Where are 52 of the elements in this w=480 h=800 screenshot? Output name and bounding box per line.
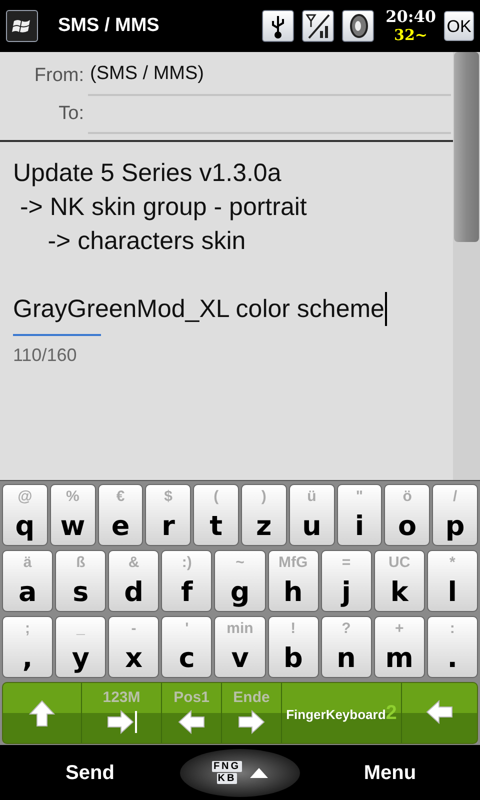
- battery-reading: 32~: [394, 28, 428, 43]
- keyboard-brand: FingerKeyboard2: [286, 701, 397, 726]
- keyboard-logo: FNG KB: [212, 761, 242, 784]
- keyboard-key[interactable]: ä a: [2, 550, 54, 612]
- windows-icon: [12, 17, 32, 35]
- keyboard-key[interactable]: " i: [336, 484, 382, 546]
- ok-button[interactable]: OK: [444, 11, 474, 41]
- volume-button[interactable]: [342, 10, 374, 42]
- keyboard-key[interactable]: ' c: [161, 616, 212, 678]
- menu-softkey[interactable]: Menu: [300, 758, 480, 788]
- caret-up-icon: [250, 768, 268, 778]
- keyboard-key[interactable]: = j: [320, 550, 372, 612]
- keyboard-key[interactable]: min v: [214, 616, 266, 678]
- keyboard-toggle-button[interactable]: FNG KB: [180, 748, 300, 796]
- keyboard-key[interactable]: € e: [98, 484, 144, 546]
- keyboard-key[interactable]: % w: [50, 484, 96, 546]
- keyboard-key[interactable]: ( t: [193, 484, 239, 546]
- arrow-up-icon: [26, 698, 58, 728]
- clock-time: 20:40: [386, 9, 436, 25]
- keyboard-key[interactable]: ) z: [240, 484, 287, 546]
- window-title: SMS / MMS: [58, 14, 160, 38]
- keyboard-key[interactable]: ! b: [268, 616, 319, 678]
- keyboard-key[interactable]: ; ,: [2, 616, 54, 678]
- usb-button[interactable]: [262, 10, 294, 42]
- keyboard-key[interactable]: : .: [426, 616, 478, 678]
- usb-icon: [270, 13, 285, 39]
- signal-button[interactable]: [302, 10, 334, 42]
- keyboard-key[interactable]: ? n: [320, 616, 372, 678]
- keyboard-key[interactable]: :) f: [161, 550, 212, 612]
- from-field[interactable]: (SMS / MMS): [88, 58, 451, 96]
- keyboard-key[interactable]: & d: [108, 550, 160, 612]
- keyboard-key[interactable]: _ y: [55, 616, 106, 678]
- keyboard-key[interactable]: - x: [108, 616, 160, 678]
- keyboard-key[interactable]: ~ g: [214, 550, 266, 612]
- keyboard-key[interactable]: UC k: [374, 550, 425, 612]
- keyboard-key[interactable]: @ q: [2, 484, 48, 546]
- keyboard-key[interactable]: * l: [426, 550, 478, 612]
- keyboard-key[interactable]: + m: [374, 616, 425, 678]
- from-label: From:: [33, 64, 85, 88]
- keyboard-key[interactable]: MfG h: [268, 550, 319, 612]
- send-softkey[interactable]: Send: [0, 758, 180, 788]
- keyboard-key[interactable]: / p: [432, 484, 478, 546]
- character-counter: 110/160: [13, 344, 77, 367]
- signal-icon: [304, 13, 331, 39]
- keyboard-key[interactable]: $ r: [145, 484, 192, 546]
- start-button[interactable]: [6, 10, 38, 42]
- keyboard-key[interactable]: ß s: [55, 550, 106, 612]
- to-label: To:: [58, 102, 85, 126]
- scrollbar-thumb[interactable]: [454, 52, 479, 242]
- keyboard-key[interactable]: ö o: [384, 484, 430, 546]
- message-field[interactable]: Update 5 Series v1.3.0a -> NK skin group - portrait -> characters skin GrayGreenMod_XL color scheme: [13, 156, 440, 326]
- keyboard-key[interactable]: ü u: [288, 484, 335, 546]
